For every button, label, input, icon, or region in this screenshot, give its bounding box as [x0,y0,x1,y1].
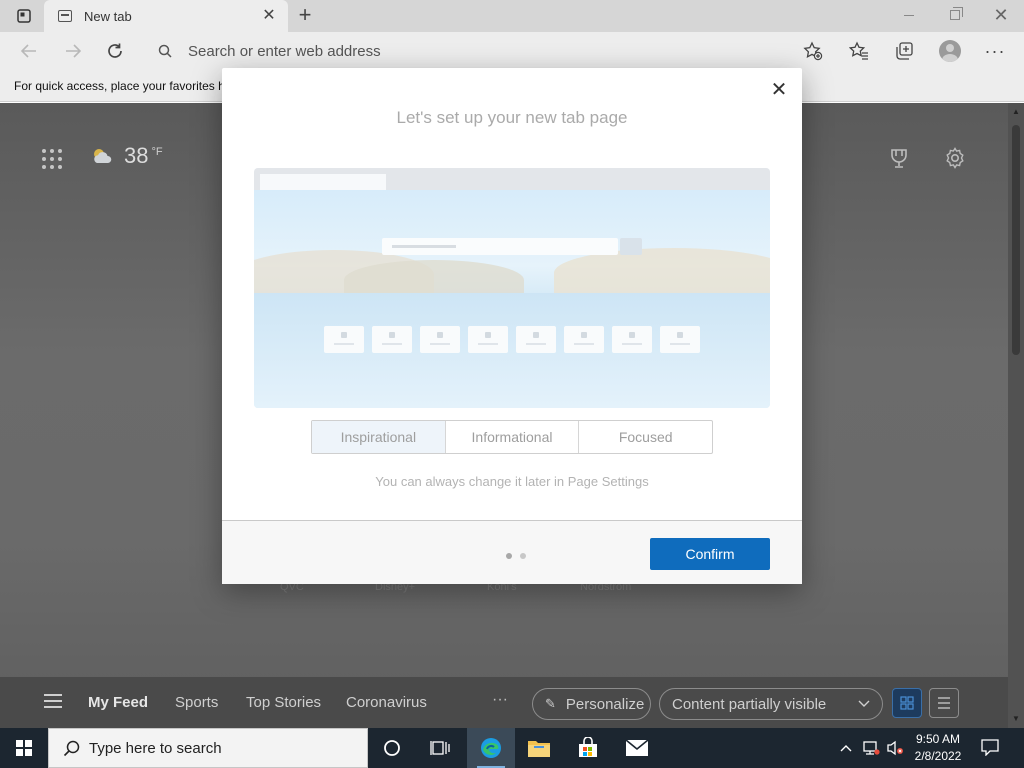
layout-preview-image [254,168,770,408]
list-layout-icon [938,697,950,709]
step-indicator [506,553,526,559]
apps-launcher-icon[interactable] [42,149,62,169]
tab-title: New tab [84,8,132,24]
scroll-up-arrow-icon[interactable]: ▲ [1012,107,1020,116]
weather-widget[interactable]: 38 °F [90,143,163,169]
tab-new-tab[interactable]: New tab ✕ [44,0,288,32]
speaker-muted-icon [887,740,903,756]
cortana-button[interactable] [368,728,416,768]
restore-button[interactable] [932,0,978,30]
content-visibility-dropdown[interactable]: Content partially visible [659,688,883,720]
back-button[interactable] [14,37,44,65]
page-scrollbar[interactable]: ▲ ▼ [1008,103,1024,728]
network-icon [863,741,880,755]
close-tab-icon[interactable]: ✕ [260,7,278,25]
setup-new-tab-dialog: ✕ Let's set up your new tab page Inspira… [222,68,802,584]
list-layout-button[interactable] [929,688,959,718]
layout-option-selector: Inspirational Informational Focused [311,420,713,454]
store-taskbar-app[interactable] [564,728,612,768]
option-inspirational[interactable]: Inspirational [312,421,446,453]
system-clock[interactable]: 9:50 AM 2/8/2022 [904,731,972,765]
windows-logo-icon [16,740,32,756]
edge-browser-icon [481,738,501,758]
dialog-title: Let's set up your new tab page [396,108,628,127]
clock-date: 2/8/2022 [914,749,962,763]
feed-tab-my-feed[interactable]: My Feed [88,694,148,711]
dialog-note: You can always change it later in Page S… [375,474,649,489]
refresh-button[interactable] [100,37,130,65]
edge-taskbar-app[interactable] [467,728,515,768]
feed-tab-top-stories[interactable]: Top Stories [246,694,321,711]
store-bag-icon [579,737,597,757]
settings-and-more-button[interactable]: ··· [982,38,1008,64]
feed-navigation-bar: My Feed Sports Top Stories Coronavirus ·… [0,677,1008,728]
mail-taskbar-app[interactable] [613,728,661,768]
personalize-label: Personalize [565,695,645,713]
partly-cloudy-icon [94,149,112,163]
temperature-unit: °F [151,146,163,158]
profile-avatar[interactable] [937,38,963,64]
search-icon [63,740,80,757]
feed-tab-coronavirus[interactable]: Coronavirus [346,694,427,711]
grid-layout-button[interactable] [892,688,922,718]
clock-time: 9:50 AM [915,732,961,746]
option-focused[interactable]: Focused [579,421,712,453]
browser-toolbar: ··· [0,32,1024,70]
chevron-down-icon [858,697,870,711]
minimize-button[interactable] [886,0,932,30]
windows-taskbar: Type here to search 9:50 AM 2/8/2022 [0,728,1024,768]
chevron-up-icon [840,745,852,752]
content-visibility-value: Content partially visible [672,695,827,713]
address-input[interactable] [188,42,768,60]
scroll-down-arrow-icon[interactable]: ▼ [1012,714,1020,723]
quick-links: QVC Disney+ Kohl's Nordstrom [0,581,1008,601]
tab-actions-icon[interactable] [8,5,40,27]
file-explorer-taskbar-app[interactable] [515,728,563,768]
rewards-icon[interactable] [888,147,910,169]
new-tab-page-icon [58,10,72,22]
show-hidden-icons-button[interactable] [836,728,856,768]
collections-icon[interactable] [891,38,917,64]
task-view-icon [430,741,450,755]
cortana-circle-icon [384,740,400,756]
add-favorite-icon[interactable] [800,38,826,64]
grid-layout-icon [900,696,914,710]
feed-menu-icon[interactable] [44,694,62,708]
feed-tab-sports[interactable]: Sports [175,694,218,711]
title-bar: New tab ✕ + ✕ [0,0,1024,32]
start-button[interactable] [0,728,48,768]
close-window-button[interactable]: ✕ [978,0,1024,30]
confirm-button[interactable]: Confirm [650,538,770,570]
task-view-button[interactable] [416,728,464,768]
favorites-icon[interactable] [846,38,872,64]
taskbar-search-box[interactable]: Type here to search [48,728,368,768]
address-bar[interactable] [144,36,834,66]
new-tab-button[interactable]: + [294,4,316,27]
feed-more-button[interactable]: ··· [492,691,508,709]
option-informational[interactable]: Informational [446,421,580,453]
temperature: 38 [124,143,149,168]
folder-icon [528,741,550,757]
notifications-icon[interactable] [980,738,1000,757]
close-dialog-icon[interactable]: ✕ [768,80,790,102]
mail-envelope-icon [625,739,649,756]
scrollbar-thumb[interactable] [1012,125,1020,355]
personalize-button[interactable]: ✎ Personalize [532,688,651,720]
avatar [939,40,961,62]
search-icon [158,44,172,58]
page-settings-icon[interactable] [944,147,966,169]
pencil-icon: ✎ [545,696,556,711]
dialog-footer: Confirm [222,520,802,584]
forward-button[interactable] [58,37,88,65]
taskbar-search-placeholder: Type here to search [89,739,222,757]
network-tray-icon[interactable] [860,728,882,768]
volume-tray-icon[interactable] [884,728,906,768]
